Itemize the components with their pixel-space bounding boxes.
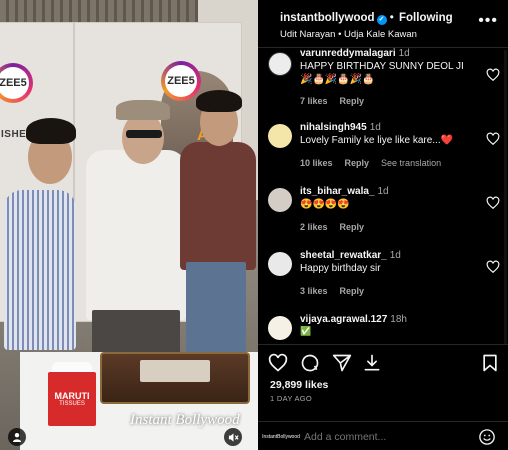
heart-icon[interactable]: [268, 353, 288, 373]
watermark: Instant Bollywood: [130, 412, 240, 428]
comment-item: vijaya.agrawal.127 18h ✅: [268, 314, 504, 344]
post-media[interactable]: ZEE5 ISHES ZEE5 ARA MARUTI TISSUES Insta…: [0, 0, 258, 450]
add-comment-row: InstantBollywood: [258, 421, 508, 450]
header-separator: •: [389, 12, 394, 24]
comment-time: 1d: [369, 122, 381, 133]
cake-topper: [140, 360, 210, 382]
speaker-muted-icon: [228, 432, 239, 442]
comments-scrollbar[interactable]: [504, 50, 507, 344]
reply-button[interactable]: Reply: [345, 158, 370, 168]
heart-icon[interactable]: [486, 68, 500, 82]
comment-time: 18h: [390, 314, 407, 325]
post-date: 1 DAY AGO: [270, 394, 313, 403]
comment-item: nihalsingh945 1d Lovely Family ke liye li…: [268, 122, 504, 172]
more-options-icon[interactable]: •••: [478, 12, 498, 30]
likes-count[interactable]: 29,899 likes: [270, 379, 328, 391]
zee5-logo-left: ZEE5: [0, 63, 33, 103]
comment-text: Happy birthday sir: [300, 263, 381, 274]
comment-item: its_bihar_wala_ 1d 😍😍😍😍 2 likes Reply: [268, 186, 504, 236]
comment-time: 1d: [389, 250, 401, 261]
comment-item: varunreddymalagari 1d HAPPY BIRTHDAY SUNN…: [268, 48, 504, 112]
comment-likes[interactable]: 3 likes: [300, 286, 328, 296]
mute-button[interactable]: [224, 428, 242, 446]
verified-badge-icon: ✓: [376, 15, 387, 25]
tissue-box: MARUTI TISSUES: [48, 372, 96, 426]
comment-meta: 3 likes Reply: [300, 286, 376, 296]
comment-meta: 10 likes Reply See translation: [300, 158, 453, 168]
smiley-icon[interactable]: [478, 428, 496, 446]
comment-avatar[interactable]: [268, 188, 292, 212]
comment-meta: 2 likes Reply: [300, 222, 376, 232]
share-icon[interactable]: [332, 353, 352, 373]
comment-item: sheetal_rewatkar_ 1d Happy birthday sir 3…: [268, 250, 504, 300]
comment-username[interactable]: nihalsingh945: [300, 122, 367, 133]
reply-button[interactable]: Reply: [340, 96, 365, 106]
comment-avatar[interactable]: [268, 252, 292, 276]
comment-text: HAPPY BIRTHDAY SUNNY DEOL JI: [300, 61, 464, 72]
comment-avatar[interactable]: [268, 52, 292, 76]
audio-link[interactable]: Udit Narayan • Udja Kale Kawan: [280, 29, 417, 40]
reply-button[interactable]: Reply: [340, 286, 365, 296]
add-comment-input[interactable]: [304, 431, 474, 443]
post-side-panel: instantbollywood ✓ • Following Udit Naray…: [258, 0, 508, 450]
reply-button[interactable]: Reply: [340, 222, 365, 232]
comment-likes[interactable]: 2 likes: [300, 222, 328, 232]
following-button[interactable]: Following: [399, 12, 453, 24]
header-username[interactable]: instantbollywood: [280, 12, 375, 24]
account-avatar: InstantBollywood: [262, 434, 300, 440]
comment-icon[interactable]: [300, 353, 320, 373]
comment-username[interactable]: its_bihar_wala_: [300, 186, 374, 197]
comment-username[interactable]: sheetal_rewatkar_: [300, 250, 387, 261]
comment-likes[interactable]: 7 likes: [300, 96, 328, 106]
comment-emojis: ❤️: [440, 135, 454, 146]
zee5-logo-right: ZEE5: [161, 61, 201, 101]
comments-list[interactable]: varunreddymalagari 1d HAPPY BIRTHDAY SUNN…: [258, 48, 508, 344]
comment-meta: 7 likes Reply: [300, 96, 376, 106]
comment-likes[interactable]: 10 likes: [300, 158, 333, 168]
comment-username[interactable]: vijaya.agrawal.127: [300, 314, 387, 325]
heart-icon[interactable]: [486, 260, 500, 274]
comment-emojis: 🎉🎂🎉🎂🎉🎂: [300, 74, 375, 85]
comment-emojis: 😍😍😍😍: [300, 199, 350, 210]
comment-time: 1d: [377, 186, 389, 197]
comment-text: Lovely Family ke liye like kare...❤️: [300, 135, 454, 146]
header-user[interactable]: instantbollywood ✓ • Following: [280, 12, 453, 25]
comment-time: 1d: [398, 48, 410, 59]
comment-avatar[interactable]: [268, 316, 292, 340]
post-actions: 29,899 likes 1 DAY AGO InstantBollywood: [258, 344, 508, 450]
comment-username[interactable]: varunreddymalagari: [300, 48, 396, 59]
download-icon[interactable]: [362, 353, 382, 373]
see-translation-button[interactable]: See translation: [381, 158, 441, 168]
bookmark-icon[interactable]: [480, 353, 500, 373]
comment-avatar[interactable]: [268, 124, 292, 148]
user-icon: [13, 433, 21, 442]
post-header: instantbollywood ✓ • Following Udit Naray…: [258, 0, 508, 48]
comment-emojis: ✅: [300, 326, 312, 336]
heart-icon[interactable]: [486, 196, 500, 210]
heart-icon[interactable]: [486, 132, 500, 146]
tagged-users-button[interactable]: [8, 428, 26, 446]
